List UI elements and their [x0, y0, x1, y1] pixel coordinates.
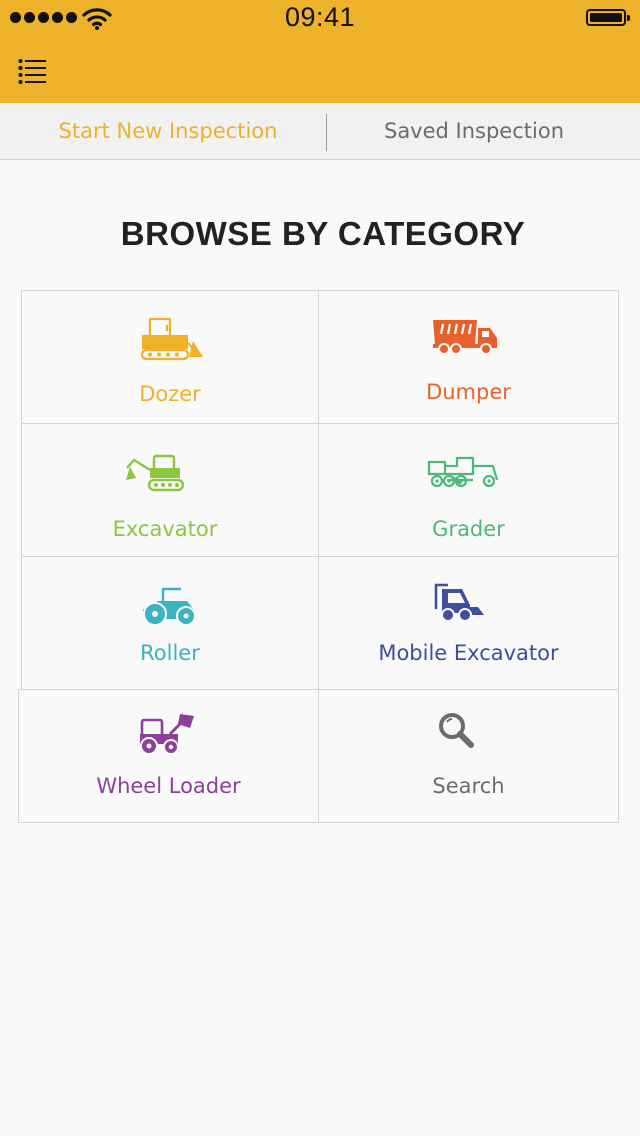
- dumper-icon: [432, 320, 497, 355]
- category-label: Wheel Loader: [96, 774, 241, 798]
- grader-icon: [427, 456, 498, 488]
- mobile-excavator-icon: [434, 583, 484, 622]
- roller-icon: [143, 587, 196, 626]
- category-wheel-loader[interactable]: Wheel Loader: [18, 689, 319, 823]
- category-roller[interactable]: Roller: [21, 556, 319, 690]
- tab-start-new-inspection[interactable]: Start New Inspection: [8, 103, 328, 159]
- category-label: Dumper: [426, 380, 511, 404]
- category-excavator[interactable]: Excavator: [21, 423, 319, 557]
- category-label: Roller: [140, 641, 200, 665]
- nav-bar: [0, 40, 640, 103]
- wheel-loader-icon: [139, 714, 194, 755]
- category-label: Grader: [432, 517, 505, 541]
- category-mobile-excavator[interactable]: Mobile Excavator: [318, 556, 619, 690]
- dozer-icon: [140, 317, 203, 361]
- status-time: 09:41: [284, 2, 356, 32]
- battery-icon: [586, 9, 630, 26]
- category-search[interactable]: Search: [318, 689, 619, 823]
- category-label: Search: [432, 774, 505, 798]
- category-label: Dozer: [139, 382, 201, 406]
- category-dozer[interactable]: Dozer: [21, 290, 319, 424]
- page-title: BROWSE BY CATEGORY: [120, 215, 526, 252]
- inspection-tabs: Start New Inspection Saved Inspection: [0, 103, 640, 160]
- menu-list-icon[interactable]: [18, 58, 48, 84]
- tab-saved-inspection[interactable]: Saved Inspection: [314, 103, 634, 159]
- excavator-icon: [126, 454, 185, 492]
- category-grader[interactable]: Grader: [318, 423, 619, 557]
- category-label: Excavator: [112, 517, 218, 541]
- category-label: Mobile Excavator: [378, 641, 559, 665]
- status-bar: 09:41: [0, 0, 640, 40]
- search-icon: [438, 713, 474, 748]
- category-dumper[interactable]: Dumper: [318, 290, 619, 424]
